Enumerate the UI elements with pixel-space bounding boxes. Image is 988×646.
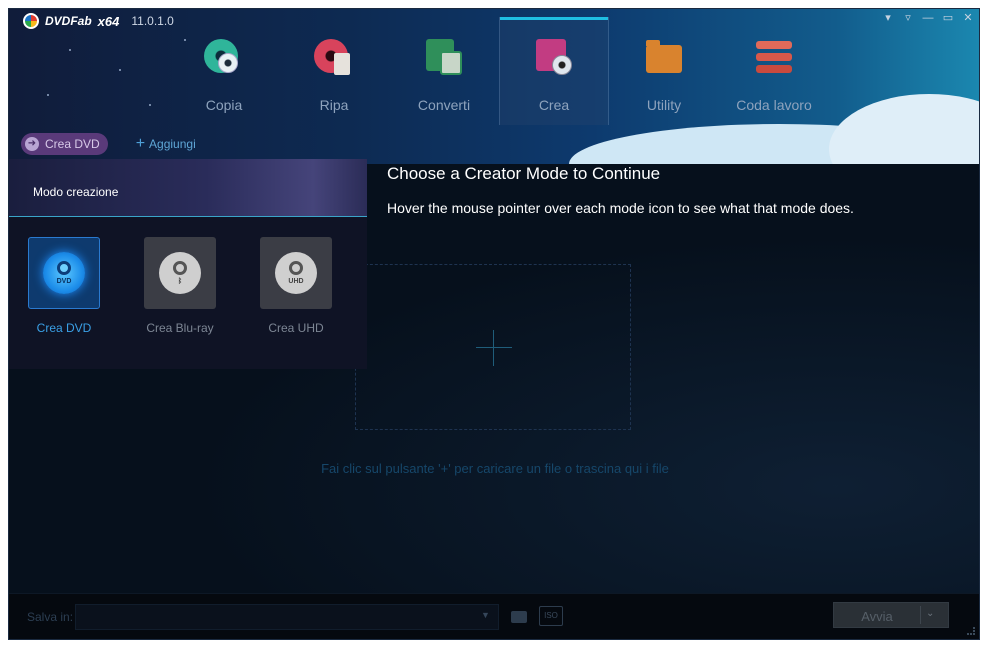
- guide-text: Hover the mouse pointer over each mode i…: [387, 200, 854, 216]
- chevron-down-icon[interactable]: ⌄: [926, 608, 934, 619]
- maximize-icon[interactable]: ▭: [941, 11, 955, 25]
- browse-folder-button[interactable]: [509, 606, 529, 626]
- creator-mode-panel: Modo creazione DVD Crea DVD ᛒ Crea Blu-r…: [9, 159, 367, 369]
- pin-icon[interactable]: ▾: [881, 11, 895, 25]
- bluray-disc-icon: ᛒ: [159, 252, 201, 294]
- folder-icon: [511, 611, 527, 623]
- mode-label: Crea Blu-ray: [146, 321, 214, 335]
- plus-icon: +: [135, 135, 146, 152]
- brand-name: DVDFab: [45, 14, 92, 28]
- ripper-icon: [314, 39, 354, 79]
- converter-icon: [424, 39, 464, 79]
- footer-bar: Salva in: ▼ ISO Avvia ⌄: [9, 593, 979, 639]
- uhd-tag: UHD: [288, 278, 304, 285]
- file-drop-zone[interactable]: [355, 264, 631, 430]
- nav-ripper[interactable]: Ripa: [279, 17, 389, 125]
- start-button[interactable]: Avvia ⌄: [833, 602, 949, 628]
- nav-utility[interactable]: Utility: [609, 17, 719, 125]
- bluray-logo-icon: ᛒ: [177, 278, 183, 285]
- mode-create-uhd-tile[interactable]: UHD: [260, 237, 332, 309]
- add-source-label: Aggiungi: [149, 137, 196, 151]
- arrow-right-icon: ➜: [25, 137, 39, 151]
- guide-title: Choose a Creator Mode to Continue: [387, 164, 661, 183]
- resize-grip-icon[interactable]: [967, 627, 975, 635]
- mode-create-dvd-tile[interactable]: DVD: [28, 237, 100, 309]
- iso-output-button[interactable]: ISO: [539, 606, 563, 626]
- window-controls: ▾ ▿ — ▭ ✕: [881, 11, 975, 25]
- app-window: DVDFab x64 11.0.1.0 ▾ ▿ — ▭ ✕ Copia Ripa…: [8, 8, 980, 640]
- nav-label: Crea: [538, 97, 570, 113]
- menu-icon[interactable]: ▿: [901, 11, 915, 25]
- start-button-divider: [920, 606, 921, 624]
- main-nav: Copia Ripa Converti Crea Utility Coda la…: [169, 17, 829, 125]
- sub-toolbar: ➜ Crea DVD + Aggiungi: [21, 133, 196, 155]
- nav-label: Converti: [417, 97, 471, 113]
- copy-disc-icon: [204, 39, 244, 79]
- start-button-label: Avvia: [861, 609, 893, 624]
- dvd-tag: DVD: [56, 278, 72, 285]
- header-banner: DVDFab x64 11.0.1.0 ▾ ▿ — ▭ ✕ Copia Ripa…: [9, 9, 979, 164]
- minimize-icon[interactable]: —: [921, 11, 935, 25]
- nav-task-queue[interactable]: Coda lavoro: [719, 17, 829, 125]
- dvd-disc-icon: DVD: [43, 252, 85, 294]
- dvdfab-logo-icon: [23, 13, 39, 29]
- app-logo: DVDFab x64 11.0.1.0: [23, 13, 174, 29]
- nav-converter[interactable]: Converti: [389, 17, 499, 125]
- mode-label: Crea UHD: [268, 321, 324, 335]
- uhd-disc-icon: UHD: [275, 252, 317, 294]
- mode-create-dvd[interactable]: DVD Crea DVD: [9, 237, 119, 335]
- mode-create-uhd[interactable]: UHD Crea UHD: [241, 237, 351, 335]
- close-icon[interactable]: ✕: [961, 11, 975, 25]
- save-path-field[interactable]: [75, 604, 499, 630]
- nav-label: Ripa: [319, 97, 349, 113]
- creator-mode-button[interactable]: ➜ Crea DVD: [21, 133, 108, 155]
- nav-label: Coda lavoro: [736, 97, 812, 113]
- mode-create-bluray-tile[interactable]: ᛒ: [144, 237, 216, 309]
- version-label: 11.0.1.0: [131, 14, 174, 28]
- nav-label: Utility: [646, 97, 682, 113]
- nav-copy[interactable]: Copia: [169, 17, 279, 125]
- mode-label: Crea DVD: [36, 321, 92, 335]
- add-source-button[interactable]: + Aggiungi: [136, 135, 196, 153]
- creator-mode-label: Crea DVD: [45, 137, 100, 151]
- mode-panel-title: Modo creazione: [33, 185, 119, 199]
- nav-creator[interactable]: Crea: [499, 17, 609, 125]
- add-file-plus-icon[interactable]: [476, 330, 512, 366]
- mode-create-bluray[interactable]: ᛒ Crea Blu-ray: [125, 237, 235, 335]
- nav-label: Copia: [205, 97, 243, 113]
- creator-icon: [534, 39, 574, 79]
- save-path-dropdown-icon[interactable]: ▼: [481, 610, 490, 620]
- task-queue-icon: [754, 39, 794, 79]
- mode-panel-header: Modo creazione: [9, 159, 367, 217]
- drop-hint-text: Fai clic sul pulsante '+' per caricare u…: [321, 461, 669, 476]
- arch-label: x64: [97, 13, 120, 29]
- utility-folder-icon: [644, 39, 684, 79]
- save-to-label: Salva in:: [27, 610, 74, 624]
